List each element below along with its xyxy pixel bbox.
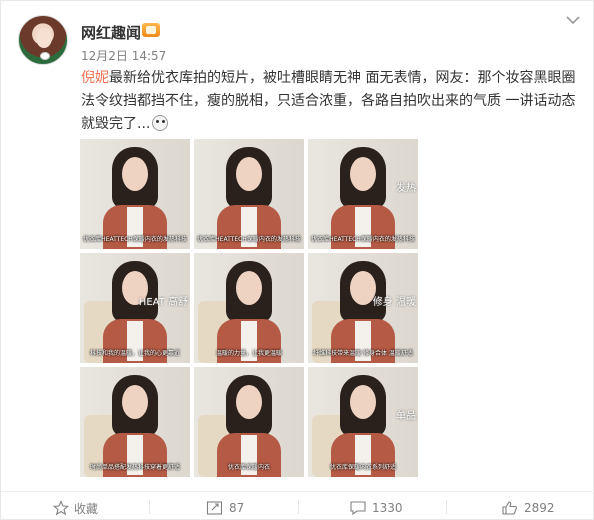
star-icon	[53, 500, 69, 516]
like-button[interactable]: 2892	[501, 499, 555, 517]
like-count: 2892	[524, 501, 555, 515]
thumbs-up-icon	[502, 501, 517, 515]
image-thumbnail[interactable]: 优衣库HEATTECH保暖内衣的发热科技	[194, 139, 304, 249]
thumb-caption: 优衣库保暖内衣系列舒适	[329, 464, 396, 471]
divider	[446, 500, 447, 514]
weibo-post-card: 网红趣闻 12月2日 14:57 倪妮最新给优衣库拍的短片，被吐槽眼睛无神 面无…	[0, 0, 594, 520]
thumb-overlay-text: 发热	[396, 183, 416, 194]
image-thumbnail[interactable]: 发热优衣库HEATTECH保暖内衣的发热科技	[308, 139, 418, 249]
repost-icon	[206, 501, 223, 515]
thumb-face	[122, 157, 148, 191]
image-thumbnail[interactable]: 温暖的力量，让我更温暖	[194, 253, 304, 363]
thumb-caption: 纤维科技带来温暖 修身合体 温暖舒适	[313, 350, 413, 357]
post-text-line1: 最新给优衣库拍的短片，被吐槽眼睛无神 面无表情，网友：那个妆容黑眼圈	[109, 70, 576, 86]
thumb-overlay-text: 修身 温暖	[372, 297, 416, 308]
post-time[interactable]: 12月2日 14:57	[81, 47, 166, 64]
thumb-face	[236, 385, 262, 419]
repost-count: 87	[229, 501, 245, 515]
thumb-overlay-text: 单品	[396, 411, 416, 422]
thumb-face	[122, 385, 148, 419]
post-text: 倪妮最新给优衣库拍的短片，被吐槽眼睛无神 面无表情，网友：那个妆容黑眼圈 法令纹…	[81, 67, 581, 136]
user-avatar[interactable]	[18, 15, 68, 65]
chevron-down-icon[interactable]	[563, 13, 583, 27]
thumb-caption: 温暖的力量，让我更温暖	[215, 350, 282, 357]
thumb-caption: 科技和我的温暖，让我的心更靠近	[89, 350, 180, 357]
image-thumbnail[interactable]: 单品优衣库保暖内衣系列舒适	[308, 367, 418, 477]
action-bar: 收藏 87 1330 2892	[1, 491, 594, 520]
post-text-line3: 就毁完了...	[81, 116, 151, 132]
thumb-caption: 优衣库HEATTECH保暖内衣的发热科技	[197, 236, 301, 243]
comment-count: 1330	[372, 501, 403, 515]
user-name[interactable]: 网红趣闻	[81, 22, 141, 43]
divider	[149, 500, 150, 514]
thumb-face	[350, 385, 376, 419]
avatar-face	[36, 28, 52, 48]
image-thumbnail[interactable]: 优衣库HEATTECH保暖内衣的发热科技	[80, 139, 190, 249]
comment-icon	[350, 501, 366, 516]
divider	[298, 500, 299, 514]
favorite-label: 收藏	[74, 501, 99, 516]
vip-badge-icon[interactable]	[142, 23, 160, 37]
thumb-overlay-text: HEAT 高舒	[138, 297, 188, 308]
thumb-caption: 优衣库HEATTECH保暖内衣的发热科技	[83, 236, 187, 243]
image-thumbnail[interactable]: HEAT 高舒科技和我的温暖，让我的心更靠近	[80, 253, 190, 363]
thumb-caption: 优衣库保暖内衣	[227, 464, 270, 471]
image-grid: 优衣库HEATTECH保暖内衣的发热科技 优衣库HEATTECH保暖内衣的发热科技…	[80, 139, 420, 479]
post-text-line2: 法令纹挡都挡不住，瘦的脱相，只适合浓重，各路自拍吹出来的气质 一讲话动态	[81, 93, 576, 109]
favorite-button[interactable]: 收藏	[53, 499, 98, 517]
emoji-icon	[152, 115, 169, 131]
image-thumbnail[interactable]: 优衣库保暖内衣	[194, 367, 304, 477]
mention-link[interactable]: 倪妮	[81, 70, 109, 86]
thumb-caption: 时尚单品搭配发热科技穿着更舒适	[89, 464, 180, 471]
thumb-caption: 优衣库HEATTECH保暖内衣的发热科技	[311, 236, 415, 243]
repost-button[interactable]: 87	[206, 499, 244, 517]
thumb-face	[236, 271, 262, 305]
avatar-mouth	[40, 52, 50, 60]
image-thumbnail[interactable]: 修身 温暖纤维科技带来温暖 修身合体 温暖舒适	[308, 253, 418, 363]
thumb-face	[350, 157, 376, 191]
image-thumbnail[interactable]: 时尚单品搭配发热科技穿着更舒适	[80, 367, 190, 477]
comment-button[interactable]: 1330	[349, 499, 403, 517]
thumb-face	[236, 157, 262, 191]
